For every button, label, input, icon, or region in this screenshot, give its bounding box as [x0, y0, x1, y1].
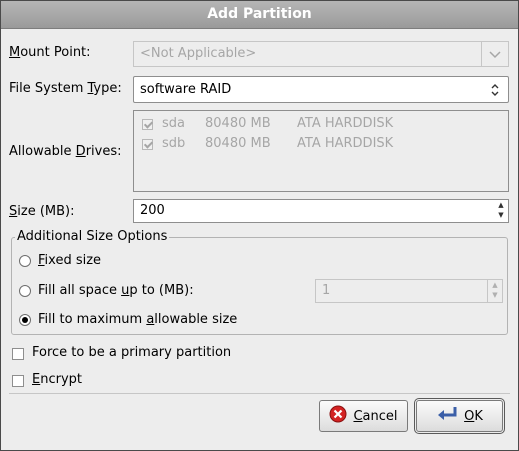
dialog-title: Add Partition: [1, 1, 518, 29]
ok-button[interactable]: OK: [414, 398, 505, 434]
fs-type-label: File System Type:: [9, 81, 122, 96]
ok-enter-icon: [436, 405, 458, 427]
fs-type-value: software RAID: [140, 82, 232, 97]
encrypt-label[interactable]: Encrypt: [32, 372, 82, 387]
mount-point-label: Mount Point:: [9, 45, 91, 60]
fill-max-radio[interactable]: [19, 314, 31, 326]
fill-max-label[interactable]: Fill to maximum allowable size: [38, 312, 237, 327]
drive-name: sdb: [162, 136, 186, 151]
chevron-down-icon: [481, 42, 508, 66]
fill-upto-radio[interactable]: [19, 285, 31, 297]
primary-partition-checkbox[interactable]: [12, 348, 24, 360]
separator: [9, 393, 510, 394]
drive-model: ATA HARDDISK: [297, 136, 394, 151]
drive-model: ATA HARDDISK: [297, 116, 394, 131]
primary-partition-label[interactable]: Force to be a primary partition: [32, 345, 231, 360]
encrypt-checkbox[interactable]: [12, 375, 24, 387]
fixed-size-label[interactable]: Fixed size: [38, 253, 101, 268]
up-down-arrows-icon[interactable]: ▲ ▼: [487, 280, 502, 302]
cancel-icon: [329, 405, 347, 427]
size-spinbutton[interactable]: 200 ▲ ▼: [133, 199, 509, 223]
add-partition-dialog: Add Partition Mount Point: <Not Applicab…: [0, 0, 519, 451]
up-down-arrows-icon[interactable]: ▲ ▼: [494, 200, 508, 222]
cancel-label: Cancel: [353, 408, 398, 424]
drive-size: 80480 MB: [205, 136, 271, 151]
drive-checkbox-sdb[interactable]: [142, 139, 153, 150]
fill-upto-value: 1: [322, 283, 331, 298]
size-label: Size (MB):: [9, 204, 75, 219]
mount-point-combo[interactable]: <Not Applicable>: [133, 41, 509, 67]
drive-name: sda: [162, 116, 185, 131]
up-down-arrows-icon: [482, 77, 508, 102]
fill-upto-label[interactable]: Fill all space up to (MB):: [38, 283, 194, 298]
drive-size: 80480 MB: [205, 116, 271, 131]
size-value: 200: [140, 203, 165, 218]
cancel-button[interactable]: Cancel: [319, 400, 408, 432]
allowable-drives-label: Allowable Drives:: [9, 144, 122, 159]
mount-point-value: <Not Applicable>: [140, 46, 257, 61]
ok-label: OK: [464, 408, 483, 424]
size-options-title: Additional Size Options: [15, 229, 170, 244]
fixed-size-radio[interactable]: [19, 255, 31, 267]
drive-checkbox-sda[interactable]: [142, 119, 153, 130]
drives-list: sda 80480 MB ATA HARDDISK sdb 80480 MB A…: [133, 110, 509, 192]
fill-upto-spinbutton[interactable]: 1 ▲ ▼: [315, 279, 503, 303]
fs-type-combo[interactable]: software RAID: [133, 76, 509, 103]
